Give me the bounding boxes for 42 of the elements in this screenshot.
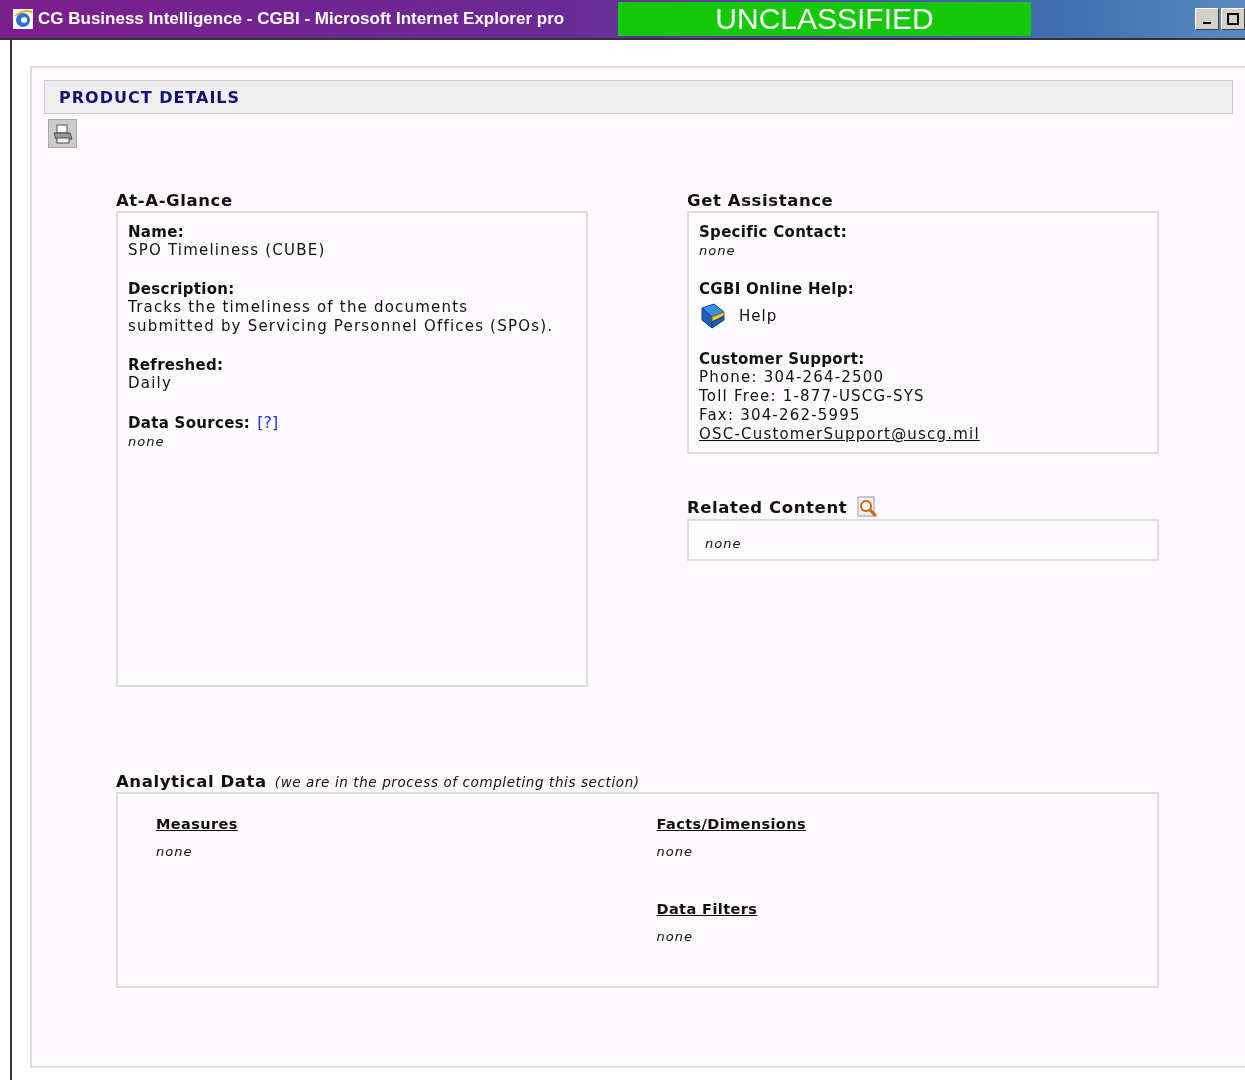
help-link[interactable]: [?] bbox=[257, 413, 279, 432]
section-title: Get Assistance bbox=[687, 191, 834, 210]
empty-value: none bbox=[156, 843, 193, 861]
field-label: Data Sources: bbox=[128, 414, 251, 432]
field-value: Toll Free: 1-877-USCG-SYS bbox=[699, 387, 926, 406]
field-label: Name: bbox=[128, 223, 184, 241]
field-label: Specific Contact: bbox=[699, 223, 847, 241]
section-title: Related Content bbox=[687, 497, 848, 517]
search-icon[interactable] bbox=[857, 496, 880, 518]
classification-banner: UNCLASSIFIED bbox=[618, 2, 1031, 36]
subsection-heading: Facts/Dimensions bbox=[656, 816, 806, 832]
section-title: Analytical Data bbox=[116, 772, 267, 791]
field-value: Tracks the timeliness of the documents bbox=[128, 298, 470, 317]
empty-value: none bbox=[705, 536, 742, 551]
email-link[interactable]: OSC-CustomerSupport@uscg.mil bbox=[699, 425, 1147, 444]
empty-value: none bbox=[656, 843, 693, 861]
maximize-button[interactable] bbox=[1221, 8, 1245, 30]
maximize-icon bbox=[1227, 13, 1239, 25]
field-label: Description: bbox=[128, 280, 235, 298]
empty-value: none bbox=[699, 242, 737, 260]
empty-value: none bbox=[656, 928, 693, 946]
section-note: (we are in the process of completing this section) bbox=[274, 774, 640, 790]
empty-value: none bbox=[128, 433, 166, 451]
field-value: Fax: 304-262-5995 bbox=[699, 406, 862, 425]
field-value: submitted by Servicing Personnel Offices (SPOs). bbox=[128, 317, 555, 336]
subsection-heading: Measures bbox=[156, 816, 238, 832]
print-button[interactable] bbox=[48, 119, 77, 148]
minimize-icon bbox=[1203, 22, 1211, 24]
subsection-heading: Data Filters bbox=[656, 901, 758, 917]
field-label: CGBI Online Help: bbox=[699, 280, 855, 298]
book-icon bbox=[699, 302, 727, 330]
field-value: SPO Timeliness (CUBE) bbox=[128, 241, 327, 260]
minimize-button[interactable] bbox=[1195, 8, 1219, 30]
field-label: Refreshed: bbox=[128, 356, 224, 374]
help-link[interactable]: Help bbox=[699, 302, 1147, 330]
section-title: At-A-Glance bbox=[116, 191, 233, 210]
printer-icon bbox=[51, 122, 74, 145]
window-title: CG Business Intelligence - CGBI - Microsoft Internet Explorer pro bbox=[38, 9, 566, 29]
field-label: Customer Support: bbox=[699, 350, 865, 368]
page-title: PRODUCT DETAILS bbox=[59, 87, 241, 107]
field-value: Daily bbox=[128, 374, 173, 393]
field-value: Phone: 304-264-2500 bbox=[699, 368, 886, 387]
